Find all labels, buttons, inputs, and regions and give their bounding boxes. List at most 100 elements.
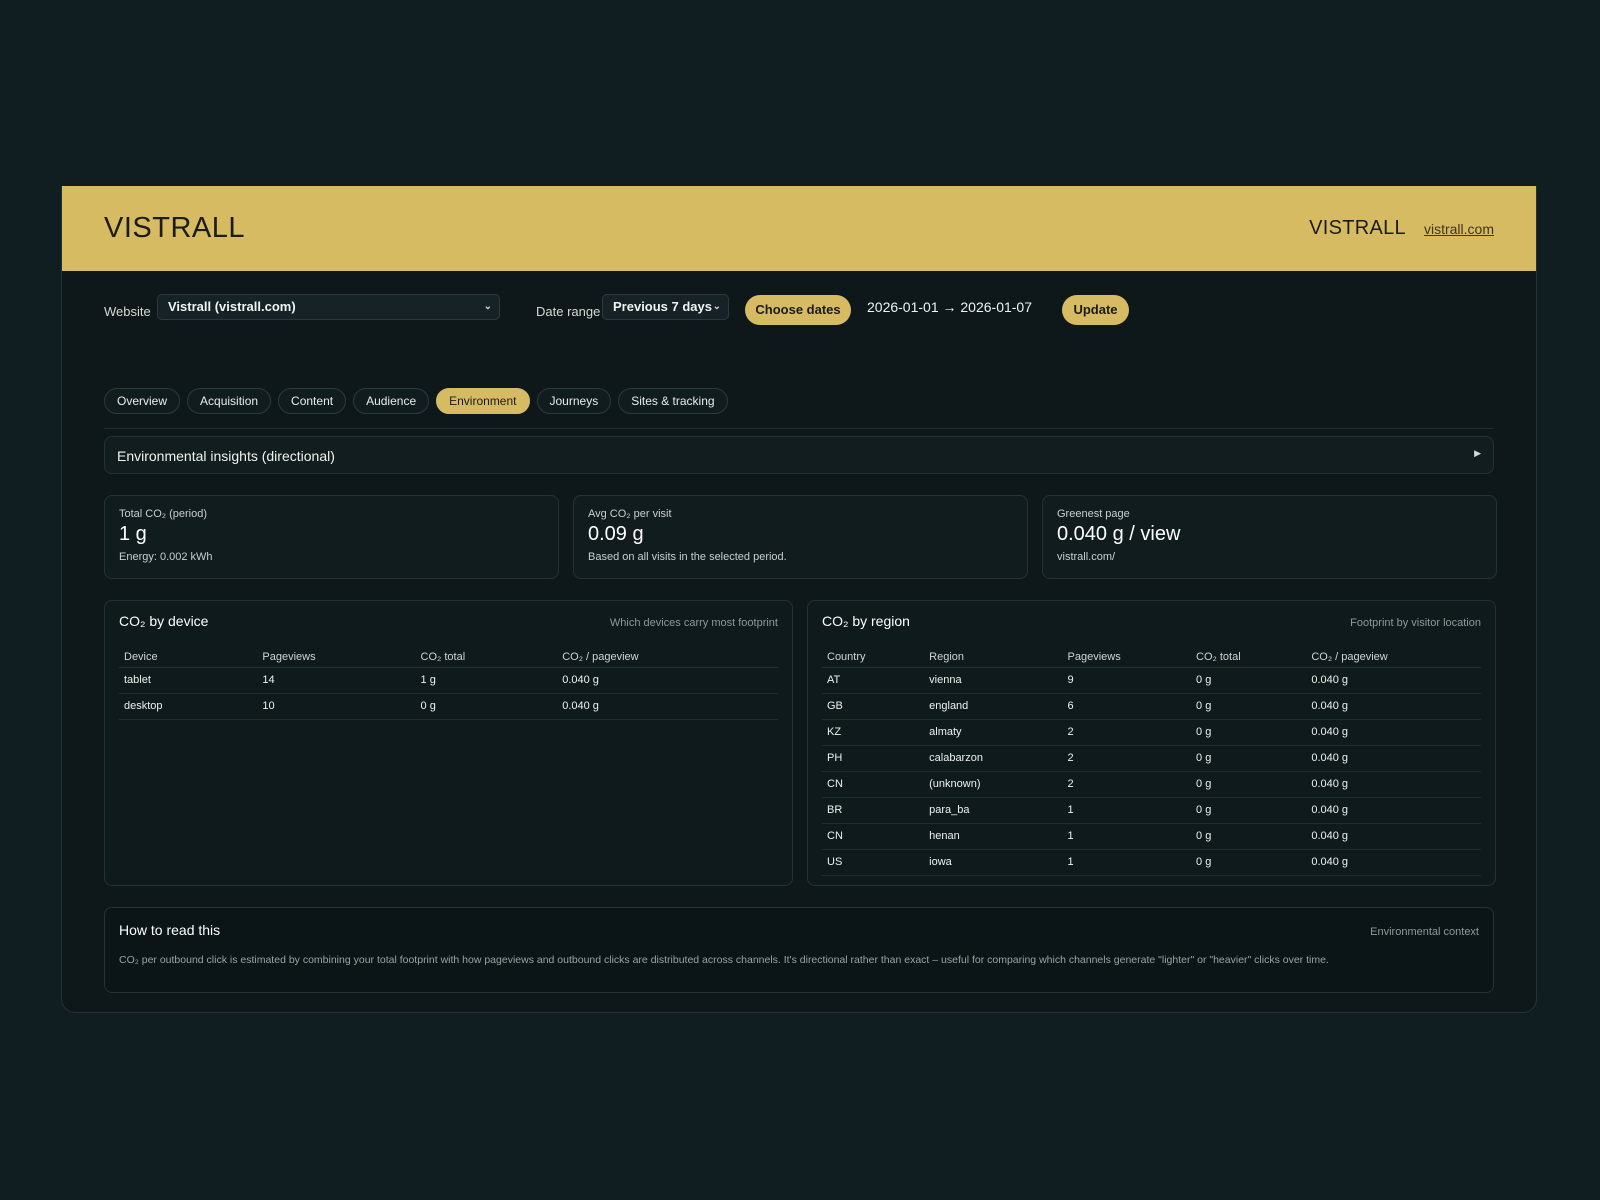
tab-audience[interactable]: Audience [353, 388, 430, 414]
card-title: CO₂ by device [119, 613, 209, 629]
date-range-text: 2026-01-01 → 2026-01-07 [867, 299, 1033, 315]
top-bar: VISTRALL VISTRALL vistrall.com [62, 186, 1536, 271]
table-cell: 1 [1062, 823, 1192, 850]
table-cell: US [822, 849, 925, 876]
website-select-value: Vistrall (vistrall.com) [168, 299, 296, 314]
kpi-total-co2: Total CO₂ (period) 1 g Energy: 0.002 kWh [104, 495, 559, 579]
caret-right-icon: ▶ [1474, 448, 1481, 458]
site-link[interactable]: vistrall.com [1424, 221, 1494, 237]
table-cell: 0.040 g [1306, 745, 1481, 772]
table-row: AT vienna 9 0 g 0.040 g [822, 667, 1481, 694]
table-header-row: Device Pageviews CO₂ total CO₂ / pageview [119, 645, 778, 668]
chevron-down-icon: ⌄ [712, 301, 721, 312]
table-cell: 0.040 g [1306, 797, 1481, 824]
table-cell: 0.040 g [1306, 849, 1481, 876]
table-row: GB england 6 0 g 0.040 g [822, 693, 1481, 720]
table-cell: england [924, 693, 1063, 720]
card-hint: Footprint by visitor location [1350, 617, 1481, 629]
device-table: Device Pageviews CO₂ total CO₂ / pageview t… [119, 645, 778, 720]
column-header: CO₂ total [1191, 645, 1307, 668]
kpi-value: 0.040 g / view [1057, 523, 1181, 545]
tab-content[interactable]: Content [278, 388, 347, 414]
table-cell: AT [822, 667, 925, 694]
table-cell: 0 g [415, 693, 558, 720]
kpi-label: Total CO₂ (period) [119, 508, 208, 520]
table-cell: henan [924, 823, 1063, 850]
table-cell: 1 [1062, 797, 1192, 824]
table-cell: para_ba [924, 797, 1063, 824]
kpi-subtext: Based on all visits in the selected peri… [588, 551, 787, 563]
date-range-label: Date range [536, 304, 601, 319]
table-cell: 2 [1062, 719, 1192, 746]
table-cell: 0 g [1191, 667, 1307, 694]
chevron-down-icon: ⌄ [483, 301, 492, 312]
table-cell: 0.040 g [1306, 771, 1481, 798]
table-row: PH calabarzon 2 0 g 0.040 g [822, 745, 1481, 772]
kpi-value: 1 g [119, 523, 147, 545]
table-cell: 14 [257, 667, 416, 694]
card-title: CO₂ by region [822, 613, 910, 629]
table-row: US iowa 1 0 g 0.040 g [822, 849, 1481, 876]
table-header-row: Country Region Pageviews CO₂ total CO₂ / pag… [822, 645, 1481, 668]
table-cell: PH [822, 745, 925, 772]
how-to-read-card: How to read this Environmental context C… [104, 907, 1494, 993]
kpi-subtext: vistrall.com/ [1057, 551, 1116, 563]
dashboard-window: VISTRALL VISTRALL vistrall.com Website V… [61, 186, 1537, 1013]
kpi-value: 0.09 g [588, 523, 644, 545]
date-range-select[interactable]: Previous 7 days ⌄ [602, 294, 729, 320]
table-cell: almaty [924, 719, 1063, 746]
table-cell: 10 [257, 693, 416, 720]
table-row: tablet 14 1 g 0.040 g [119, 667, 778, 694]
filter-controls: Website Vistrall (vistrall.com) ⌄ Date r… [104, 294, 1494, 330]
co2-by-region-card: CO₂ by region Footprint by visitor locat… [807, 600, 1496, 886]
table-row: CN (unknown) 2 0 g 0.040 g [822, 771, 1481, 798]
card-hint: Environmental context [1370, 926, 1479, 938]
table-cell: desktop [119, 693, 258, 720]
table-cell: CN [822, 823, 925, 850]
card-hint: Which devices carry most footprint [609, 617, 778, 629]
table-cell: 0 g [1191, 719, 1307, 746]
kpi-avg-co2-per-visit: Avg CO₂ per visit 0.09 g Based on all vi… [573, 495, 1028, 579]
table-row: desktop 10 0 g 0.040 g [119, 693, 778, 720]
environmental-insights-accordion[interactable]: Environmental insights (directional) ▶ [104, 436, 1494, 474]
kpi-label: Avg CO₂ per visit [588, 508, 672, 520]
tab-acquisition[interactable]: Acquisition [187, 388, 272, 414]
table-cell: 0 g [1191, 823, 1307, 850]
card-header: CO₂ by region Footprint by visitor locat… [822, 613, 1481, 639]
column-header: CO₂ / pageview [1306, 645, 1481, 668]
table-cell: 0.040 g [1306, 693, 1481, 720]
column-header: Pageviews [1062, 645, 1192, 668]
card-header: CO₂ by device Which devices carry most f… [119, 613, 778, 639]
table-cell: 0 g [1191, 771, 1307, 798]
table-cell: vienna [924, 667, 1063, 694]
table-cell: GB [822, 693, 925, 720]
table-cell: iowa [924, 849, 1063, 876]
choose-dates-button[interactable]: Choose dates [745, 295, 851, 325]
brand-logo: VISTRALL [104, 212, 245, 244]
website-label: Website [104, 304, 151, 319]
tab-overview[interactable]: Overview [104, 388, 181, 414]
table-cell: 1 [1062, 849, 1192, 876]
kpi-subtext: Energy: 0.002 kWh [119, 551, 213, 563]
tab-journeys[interactable]: Journeys [536, 388, 612, 414]
table-cell: tablet [119, 667, 258, 694]
table-body: AT vienna 9 0 g 0.040 g GB england 6 0 g 0.040 gK… [822, 667, 1481, 876]
column-header: Pageviews [257, 645, 416, 668]
table-cell: 0.040 g [1306, 719, 1481, 746]
update-button[interactable]: Update [1062, 295, 1129, 325]
table-cell: 0 g [1191, 745, 1307, 772]
region-table: Country Region Pageviews CO₂ total CO₂ / pag… [822, 645, 1481, 876]
table-cell: 0 g [1191, 693, 1307, 720]
how-to-read-text: CO₂ per outbound click is estimated by c… [119, 954, 1329, 966]
column-header: Device [119, 645, 258, 668]
co2-by-device-card: CO₂ by device Which devices carry most f… [104, 600, 793, 886]
column-header: Region [924, 645, 1063, 668]
website-select[interactable]: Vistrall (vistrall.com) ⌄ [157, 294, 500, 320]
accordion-title: Environmental insights (directional) [117, 448, 335, 464]
kpi-label: Greenest page [1057, 508, 1130, 520]
table-cell: calabarzon [924, 745, 1063, 772]
tab-sites-tracking[interactable]: Sites & tracking [618, 388, 728, 414]
tab-environment[interactable]: Environment [436, 388, 530, 414]
table-cell: 0 g [1191, 849, 1307, 876]
date-range-select-value: Previous 7 days [613, 299, 712, 314]
